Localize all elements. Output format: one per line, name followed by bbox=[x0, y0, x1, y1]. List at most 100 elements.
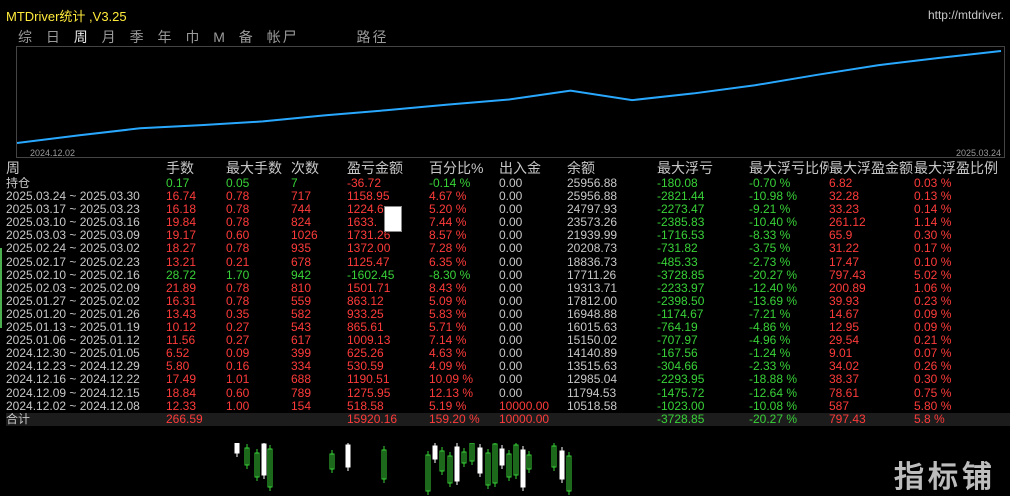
cell-col-8: -1475.72 bbox=[657, 386, 705, 400]
cell-col-9: -8.33 % bbox=[749, 229, 791, 243]
cell-col-1: 19.17 bbox=[166, 229, 197, 243]
tab-month[interactable]: 月 bbox=[102, 27, 118, 47]
tab-week[interactable]: 周 bbox=[74, 27, 90, 47]
cell-col-8: -304.66 bbox=[657, 360, 698, 374]
col-max-dd[interactable]: 最大浮亏 bbox=[657, 160, 749, 177]
cell-col-8: -485.33 bbox=[657, 255, 698, 269]
candlestick-strip bbox=[234, 443, 572, 495]
col-max-lots[interactable]: 最大手数 bbox=[226, 160, 291, 177]
cell-col-0: 2024.12.02 ~ 2024.12.08 bbox=[6, 399, 140, 413]
col-week[interactable]: 周 bbox=[6, 160, 166, 177]
col-deposit[interactable]: 出入金 bbox=[499, 160, 567, 177]
col-balance[interactable]: 余额 bbox=[567, 160, 657, 177]
cell-col-3: 789 bbox=[291, 386, 312, 400]
cell-col-10: 34.02 bbox=[829, 360, 860, 374]
cell-col-5: 5.83 % bbox=[429, 307, 467, 321]
cell-col-4: 1009.13 bbox=[347, 334, 391, 348]
cell-col-4: -36.72 bbox=[347, 177, 382, 190]
cell-col-1: 0.17 bbox=[166, 177, 190, 190]
cell-col-9: -4.96 % bbox=[749, 334, 791, 348]
cell-col-7: 15150.02 bbox=[567, 334, 618, 348]
tab-year[interactable]: 年 bbox=[157, 27, 173, 47]
cell-col-4: 625.26 bbox=[347, 347, 384, 361]
col-lots[interactable]: 手数 bbox=[166, 160, 226, 177]
tab-day[interactable]: 日 bbox=[46, 27, 62, 47]
tab-comment[interactable]: 备 bbox=[239, 27, 255, 47]
cell-col-1: 6.52 bbox=[166, 347, 190, 361]
cell-col-7: 20208.73 bbox=[567, 242, 618, 256]
tab-quarter[interactable]: 季 bbox=[130, 27, 146, 47]
cell-col-7: 10518.58 bbox=[567, 399, 618, 413]
cell-col-0: 2025.02.10 ~ 2025.02.16 bbox=[6, 268, 140, 282]
cell-col-10: 14.67 bbox=[829, 307, 860, 321]
cell-col-9: -18.88 % bbox=[749, 373, 798, 387]
cell-col-10: 32.28 bbox=[829, 190, 860, 204]
cell-col-11: 5.02 % bbox=[914, 268, 952, 282]
cell-col-3: 688 bbox=[291, 373, 312, 387]
cell-col-5: 10.09 % bbox=[429, 373, 474, 387]
cell-col-7: 23573.26 bbox=[567, 216, 618, 230]
tab-overview[interactable]: 综 bbox=[18, 27, 34, 47]
cell-col-6: 0.00 bbox=[499, 334, 523, 348]
cell-col-4: 1190.51 bbox=[347, 373, 390, 387]
col-pnl[interactable]: 盈亏金额 bbox=[347, 160, 429, 177]
week-row: 2024.12.30 ~ 2025.01.05 6.52 0.09 399 625.26… bbox=[6, 347, 1010, 360]
cell-col-6: 0.00 bbox=[499, 255, 523, 269]
cell-col-8: -2233.97 bbox=[657, 281, 705, 295]
cell-col-0: 2024.12.30 ~ 2025.01.05 bbox=[6, 347, 140, 361]
cell-col-2: 0.78 bbox=[226, 281, 250, 295]
col-max-profit[interactable]: 最大浮盈金额 bbox=[829, 160, 914, 177]
balance-chart bbox=[16, 46, 1005, 158]
cell-col-6: 0.00 bbox=[499, 347, 523, 361]
cell-col-5: 6.35 % bbox=[429, 255, 467, 269]
cell-col-3: 334 bbox=[291, 360, 312, 374]
cell-col-0: 2025.03.24 ~ 2025.03.30 bbox=[6, 190, 140, 204]
cell-col-1: 28.72 bbox=[166, 268, 197, 282]
cell-col-5: 5.20 % bbox=[429, 203, 467, 217]
cell-col-11: 1.14 % bbox=[914, 216, 952, 230]
balance-line bbox=[17, 50, 1002, 144]
cell-col-7: 21939.99 bbox=[567, 229, 618, 243]
cell-col-6: 0.00 bbox=[499, 268, 523, 282]
col-max-profit-pct[interactable]: 最大浮盈比例 bbox=[914, 160, 1010, 177]
cell-col-10: 200.89 bbox=[829, 281, 866, 295]
cell-col-5: 5.19 % bbox=[429, 399, 467, 413]
col-max-dd-pct[interactable]: 最大浮亏比例 bbox=[749, 160, 829, 177]
cell-col-1: 18.27 bbox=[166, 242, 197, 256]
cell-col-8: -764.19 bbox=[657, 321, 698, 335]
tab-symbol[interactable]: 巾 bbox=[185, 27, 201, 47]
cell-col-4: 933.25 bbox=[347, 307, 384, 321]
cell-col-8: -2293.95 bbox=[657, 373, 705, 387]
cell-col-11: 5.80 % bbox=[914, 399, 952, 413]
cell-col-0: 2025.01.06 ~ 2025.01.12 bbox=[6, 334, 140, 348]
cell-col-6: 10000.00 bbox=[499, 412, 567, 426]
cell-col-6: 0.00 bbox=[499, 360, 523, 374]
cell-col-3: 559 bbox=[291, 294, 312, 308]
tab-account[interactable]: 帐尸 bbox=[267, 27, 299, 47]
cell-col-2: 0.78 bbox=[226, 216, 250, 230]
cell-col-0: 2025.01.13 ~ 2025.01.19 bbox=[6, 321, 140, 335]
cell-col-10: 33.23 bbox=[829, 203, 860, 217]
col-count[interactable]: 次数 bbox=[291, 160, 347, 177]
cell-col-1: 5.80 bbox=[166, 360, 190, 374]
cell-col-3: 154 bbox=[291, 399, 312, 413]
cell-col-10: 38.37 bbox=[829, 373, 860, 387]
cell-col-1: 19.84 bbox=[166, 216, 197, 230]
website-url[interactable]: http://mtdriver. bbox=[928, 8, 1004, 22]
cell-col-11: 1.06 % bbox=[914, 281, 952, 295]
cell-col-1: 11.56 bbox=[166, 334, 196, 348]
cell-col-4: 863.12 bbox=[347, 294, 384, 308]
cell-col-5: 5.71 % bbox=[429, 321, 467, 335]
cell-col-11: 0.07 % bbox=[914, 347, 952, 361]
cell-col-8: -1023.00 bbox=[657, 399, 705, 413]
tab-path[interactable]: 路径 bbox=[356, 27, 388, 47]
cell-col-9: -10.40 % bbox=[749, 216, 798, 230]
holding-row: 持仓 0.17 0.05 7 -36.72 -0.14 % 0.00 25956.88 -180… bbox=[6, 177, 1010, 190]
cell-col-1: 21.89 bbox=[166, 281, 197, 295]
cell-col-1: 266.59 bbox=[166, 412, 226, 426]
col-pct[interactable]: 百分比% bbox=[429, 160, 499, 177]
week-row: 2024.12.02 ~ 2024.12.08 12.33 1.00 154 518.5… bbox=[6, 400, 1010, 413]
cell-col-9: -1.24 % bbox=[749, 347, 791, 361]
cell-col-1: 10.12 bbox=[166, 321, 197, 335]
tab-magic[interactable]: M bbox=[213, 29, 227, 45]
